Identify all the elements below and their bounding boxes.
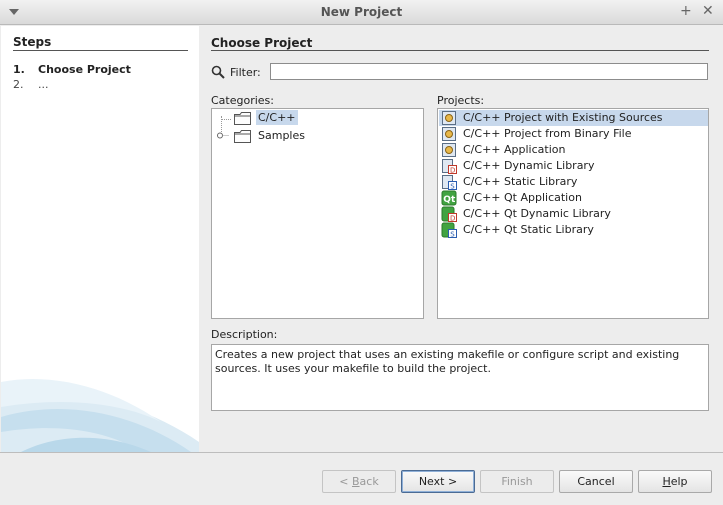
application-icon [442, 143, 456, 157]
help-button[interactable]: Help [638, 470, 712, 493]
filter-label: Filter: [230, 66, 261, 79]
steps-divider [13, 50, 188, 51]
window-title: New Project [320, 5, 403, 19]
qt-static-library-icon: S [441, 222, 457, 238]
close-icon[interactable]: ✕ [702, 3, 714, 19]
back-button[interactable]: < Back [322, 470, 396, 493]
title-divider [211, 50, 709, 51]
title-bar: New Project + ✕ [0, 0, 723, 25]
button-bar: < Back Next > Finish Cancel Help [0, 453, 723, 505]
static-library-icon: S [442, 175, 457, 191]
binary-file-icon [442, 127, 456, 141]
qt-application-icon: Qt [441, 190, 457, 206]
svg-text:Qt: Qt [443, 195, 456, 205]
dynamic-library-icon: D [442, 159, 457, 175]
list-item[interactable]: S C/C++ Static Library [439, 174, 708, 190]
folder-icon [234, 112, 251, 125]
svg-text:D: D [450, 215, 455, 223]
list-item[interactable]: D C/C++ Dynamic Library [439, 158, 708, 174]
search-icon [211, 65, 225, 79]
decorative-swirl-image [1, 378, 199, 452]
cancel-button[interactable]: Cancel [559, 470, 633, 493]
qt-dynamic-library-icon: D [441, 206, 457, 222]
list-item[interactable]: C/C++ Project from Binary File [439, 126, 708, 142]
svg-text:S: S [450, 231, 455, 239]
projects-list[interactable]: C/C++ Project with Existing Sources C/C+… [437, 108, 709, 319]
next-button[interactable]: Next > [401, 470, 475, 493]
list-item[interactable]: C/C++ Project with Existing Sources [439, 110, 708, 126]
categories-label: Categories: [211, 94, 274, 107]
existing-sources-icon [442, 111, 456, 125]
page-title: Choose Project [211, 36, 313, 50]
svg-text:D: D [450, 167, 455, 175]
finish-button[interactable]: Finish [480, 470, 554, 493]
expand-handle-icon[interactable] [217, 132, 229, 139]
pin-icon[interactable]: + [680, 3, 692, 19]
step-item: 1. Choose Project [13, 63, 131, 76]
categories-tree[interactable]: C/C++ Samples [211, 108, 424, 319]
steps-panel: Steps 1. Choose Project 2.... [1, 26, 199, 452]
list-item[interactable]: S C/C++ Qt Static Library [439, 222, 708, 238]
tree-item-c-cpp[interactable]: C/C++ [212, 109, 423, 126]
folder-icon [234, 130, 251, 143]
list-item[interactable]: C/C++ Application [439, 142, 708, 158]
list-item[interactable]: Qt C/C++ Qt Application [439, 190, 708, 206]
steps-title: Steps [13, 35, 52, 49]
main-panel: Choose Project Filter: Categories: Proje… [199, 26, 722, 452]
projects-label: Projects: [437, 94, 485, 107]
description-label: Description: [211, 328, 278, 341]
step-item: 2.... [13, 78, 49, 91]
description-text: Creates a new project that uses an exist… [211, 344, 709, 411]
list-item[interactable]: D C/C++ Qt Dynamic Library [439, 206, 708, 222]
filter-input[interactable] [270, 63, 708, 80]
svg-text:S: S [450, 183, 455, 191]
tree-item-samples[interactable]: Samples [212, 127, 423, 144]
